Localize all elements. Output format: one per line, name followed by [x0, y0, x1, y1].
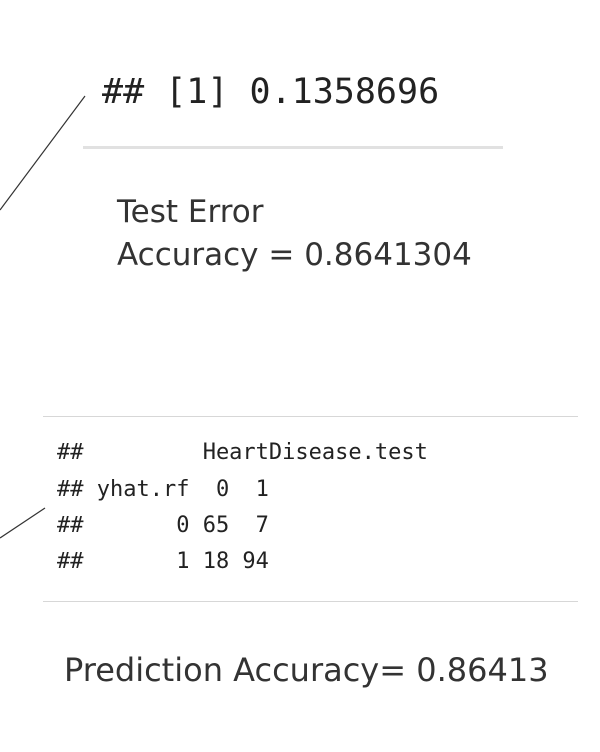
table-top-divider: [43, 416, 578, 417]
table-row: ## 1 18 94: [57, 549, 269, 574]
connector-line-top: [0, 95, 86, 211]
table-row: ## 0 65 7: [57, 513, 269, 538]
connector-line-bottom: [0, 507, 46, 539]
table-header-line: ## HeartDisease.test: [57, 440, 428, 465]
connector-lines: [0, 95, 86, 539]
table-column-line: ## yhat.rf 0 1: [57, 477, 269, 502]
table-bottom-divider: [43, 601, 578, 602]
test-accuracy-text: Accuracy = 0.8641304: [117, 237, 472, 273]
prediction-accuracy-text: Prediction Accuracy= 0.86413: [64, 651, 549, 689]
error-output: ## [1] 0.1358696: [102, 72, 440, 112]
error-output-divider: [83, 146, 503, 149]
test-error-label: Test Error: [117, 194, 264, 230]
